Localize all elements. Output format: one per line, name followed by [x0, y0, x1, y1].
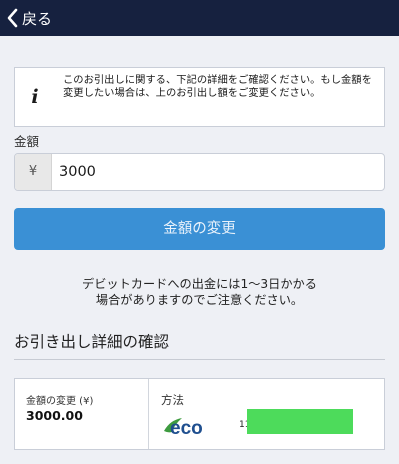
notice-line-2: 場合がありますのでご注意ください。 — [95, 293, 304, 307]
change-amount-button[interactable]: 金額の変更 — [14, 208, 385, 250]
back-button[interactable]: 戻る — [6, 5, 52, 31]
column-divider — [148, 379, 149, 449]
redacted-account-number — [247, 409, 353, 434]
info-message: このお引出しに関する、下記の詳細をご確認ください。もし金額を変更したい場合は、上… — [63, 74, 372, 99]
amount-field: ¥ — [14, 153, 385, 191]
details-section-title: お引き出し詳細の確認 — [14, 333, 170, 351]
currency-addon: ¥ — [15, 154, 52, 190]
method-label: 方法 — [161, 393, 184, 407]
info-box: i このお引出しに関する、下記の詳細をご確認ください。もし金額を変更したい場合は… — [14, 67, 385, 127]
info-icon: i — [31, 86, 39, 108]
chevron-left-icon — [7, 8, 18, 28]
withdrawal-notice: デビットカードへの出金には1〜3日かかる 場合がありますのでご注意ください。 — [14, 276, 385, 308]
amount-change-value: 3000.00 — [26, 408, 83, 423]
amount-change-label: 金額の変更 (¥) — [26, 396, 94, 407]
back-label: 戻る — [22, 9, 53, 28]
svg-text:eco: eco — [170, 418, 203, 438]
eco-logo: eco — [164, 418, 203, 438]
amount-input[interactable] — [59, 154, 369, 190]
amount-label: 金額 — [14, 134, 40, 149]
notice-line-1: デビットカードへの出金には1〜3日かかる — [82, 277, 317, 291]
top-nav-bar: 戻る — [0, 0, 399, 36]
section-divider — [14, 359, 385, 360]
withdrawal-details-card: 金額の変更 (¥) 3000.00 方法 eco 11 — [14, 378, 385, 450]
